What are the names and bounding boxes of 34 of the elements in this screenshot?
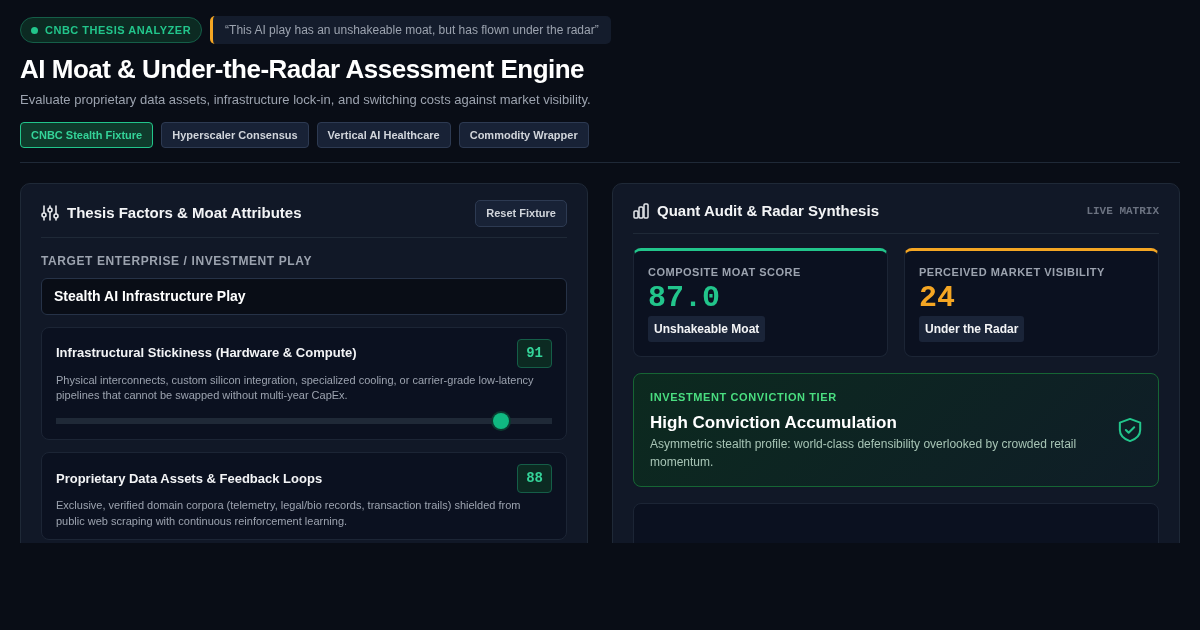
factor-name: Infrastructural Stickiness (Hardware & Compute): [56, 344, 357, 363]
preset-chip[interactable]: Vertical AI Healthcare: [316, 121, 451, 149]
score-badge: 91: [517, 338, 552, 368]
metric-label: PERCEIVED MARKET VISIBILITY: [919, 264, 1106, 280]
metric-value: 24: [919, 280, 956, 317]
preset-chip[interactable]: CNBC Stealth Fixture: [20, 121, 154, 149]
shield-check-icon: [1117, 416, 1142, 445]
factor-description: Exclusive, verified domain corpora (telemetry, legal/bio records, transaction trails) shielded from public web scraping with continuous reinforcement learning.: [56, 498, 522, 529]
field-label: TARGET ENTERPRISE / INVESTMENT PLAY: [41, 252, 314, 270]
preset-chip[interactable]: Hyperscaler Consensus: [161, 121, 309, 149]
badge-label: CNBC THESIS ANALYZER: [45, 22, 192, 38]
panel-title: Thesis Factors & Moat Attributes: [67, 203, 302, 224]
score-badge: 88: [517, 464, 552, 494]
slider-thumb[interactable]: [492, 413, 509, 430]
page-title: AI Moat & Under-the-Radar Assessment Engine: [20, 54, 586, 86]
factor-name: Proprietary Data Assets & Feedback Loops: [56, 470, 323, 489]
text-field[interactable]: Stealth AI Infrastructure Play: [41, 277, 567, 315]
factor-description: Physical interconnects, custom silicon integration, specialized cooling, or carrier-grade low-latency pipelines that cannot be swapped without multi-year CapEx.: [56, 372, 535, 404]
preset-chip[interactable]: Commodity Wrapper: [458, 121, 589, 149]
metric-label: COMPOSITE MOAT SCORE: [648, 264, 802, 280]
quote-text: “This AI play has an unshakeable moat, but has flown under the radar”: [210, 16, 611, 44]
verdict-tag: Under the Radar: [919, 316, 1025, 343]
tier-description: Asymmetric stealth profile: world-class defensibility overlooked by crowded retail momentum.: [650, 436, 1078, 472]
bar-chart-icon: [633, 203, 649, 220]
status-tag: LIVE MATRIX: [1086, 203, 1159, 220]
page-subtitle: Evaluate proprietary data assets, infrastructure lock-in, and switching costs against market visibility.: [20, 91, 592, 110]
reset-button[interactable]: Reset Fixture: [475, 200, 567, 227]
metric-value: 87.0: [648, 280, 721, 317]
status-dot-icon: [31, 26, 38, 34]
sliders-icon: [41, 205, 59, 222]
tier-label: INVESTMENT CONVICTION TIER: [650, 390, 838, 406]
verdict-tag: Unshakeable Moat: [648, 316, 766, 343]
tier-title: High Conviction Accumulation: [650, 411, 898, 434]
panel-title: Quant Audit & Radar Synthesis: [657, 201, 879, 222]
